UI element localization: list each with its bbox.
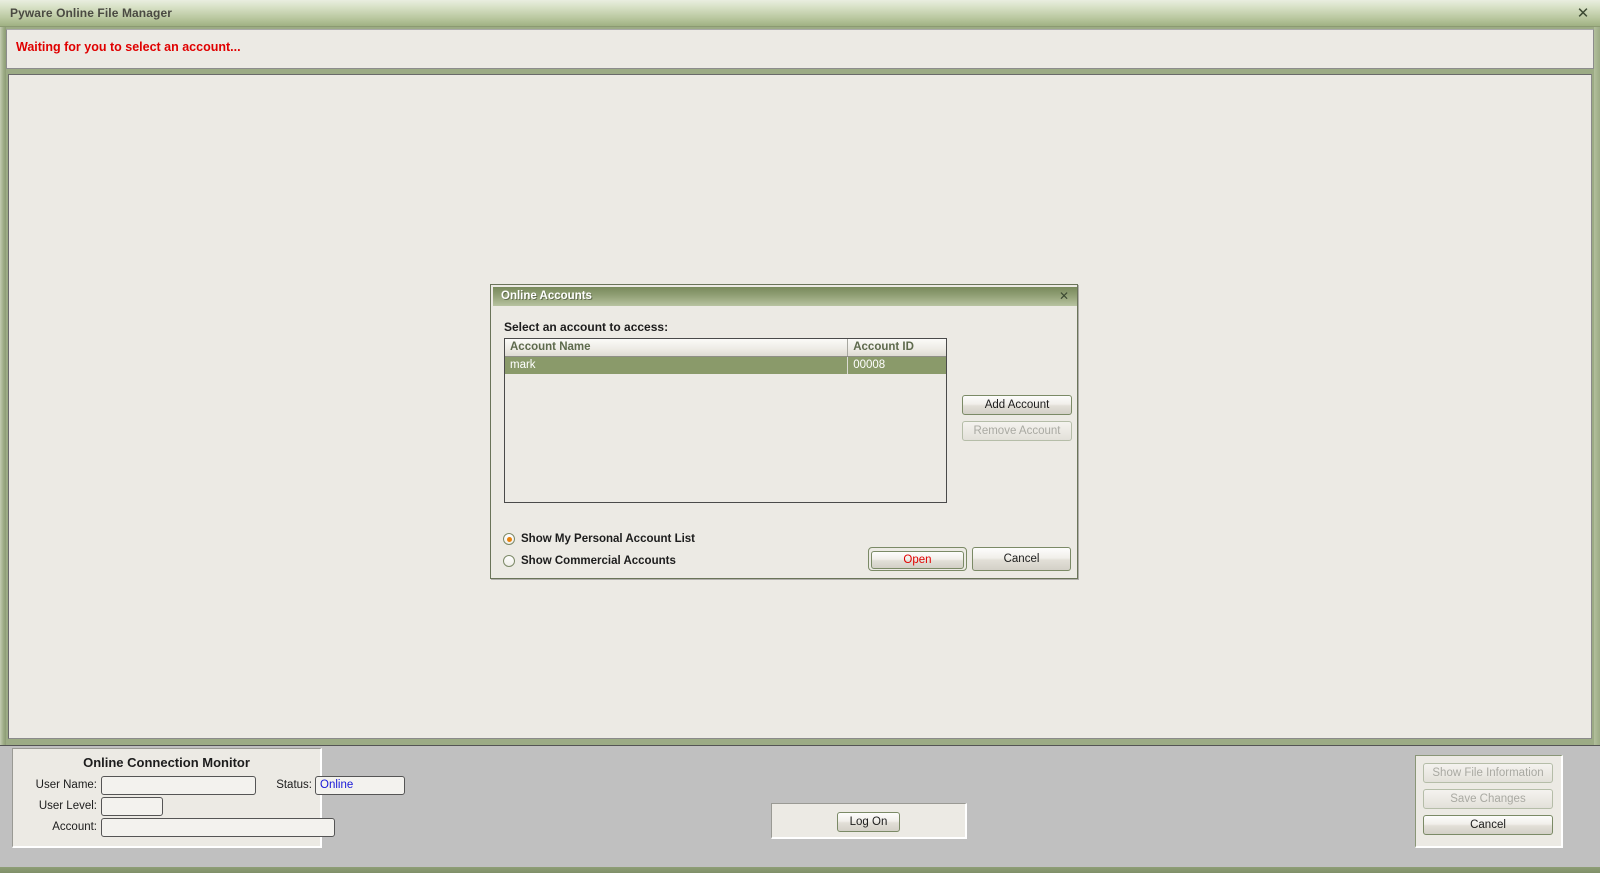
radio-label-personal: Show My Personal Account List <box>521 533 696 545</box>
dialog-prompt: Select an account to access: <box>504 320 669 334</box>
open-button-default-ring: Open <box>868 547 967 571</box>
dialog-title-bar: Online Accounts ✕ <box>493 287 1077 306</box>
table-header-row: Account Name Account ID <box>505 339 946 357</box>
right-actions-panel: Show File Information Save Changes Cance… <box>1415 755 1563 848</box>
radio-unselected-icon <box>503 555 515 567</box>
radio-selected-icon <box>503 533 515 545</box>
window-frame-right <box>1594 27 1600 867</box>
logon-panel: Log On <box>771 803 967 839</box>
log-on-button[interactable]: Log On <box>837 812 900 832</box>
add-account-button[interactable]: Add Account <box>962 395 1072 415</box>
title-bar: Pyware Online File Manager ✕ <box>0 0 1600 27</box>
user-name-label: User Name: <box>35 779 97 791</box>
radio-show-personal-account-list[interactable]: Show My Personal Account List <box>503 533 695 545</box>
online-connection-monitor-panel: Online Connection Monitor User Name: Sta… <box>12 748 405 848</box>
radio-show-commercial-accounts[interactable]: Show Commercial Accounts <box>503 555 676 567</box>
dialog-close-icon[interactable]: ✕ <box>1057 289 1071 303</box>
status-field: Online <box>315 776 405 795</box>
table-row[interactable]: mark 00008 <box>505 357 946 374</box>
status-message: Waiting for you to select an account... <box>16 40 241 54</box>
accounts-table[interactable]: Account Name Account ID mark 00008 <box>504 338 947 503</box>
user-level-label: User Level: <box>38 800 97 812</box>
application-window: Pyware Online File Manager ✕ Waiting for… <box>0 0 1600 873</box>
save-changes-button[interactable]: Save Changes <box>1423 789 1553 809</box>
account-field[interactable] <box>101 818 335 837</box>
cell-account-name: mark <box>505 357 849 374</box>
close-icon[interactable]: ✕ <box>1574 4 1592 22</box>
user-name-field[interactable] <box>101 776 256 795</box>
online-accounts-dialog: Online Accounts ✕ Select an account to a… <box>490 284 1078 579</box>
status-strip: Waiting for you to select an account... <box>6 29 1594 69</box>
dialog-title: Online Accounts <box>501 290 592 302</box>
show-file-information-button[interactable]: Show File Information <box>1423 763 1553 783</box>
status-label: Status: <box>276 779 312 791</box>
radio-label-commercial: Show Commercial Accounts <box>521 555 676 567</box>
dialog-cancel-button[interactable]: Cancel <box>972 547 1071 571</box>
column-header-account-name[interactable]: Account Name <box>505 339 849 356</box>
open-button[interactable]: Open <box>871 551 964 569</box>
column-header-account-id[interactable]: Account ID <box>848 339 946 356</box>
window-frame-left <box>0 27 6 867</box>
cancel-button-main[interactable]: Cancel <box>1423 815 1553 835</box>
window-frame-bottom <box>0 867 1600 873</box>
cell-account-id: 00008 <box>848 357 946 374</box>
account-label: Account: <box>52 821 97 833</box>
monitor-title: Online Connection Monitor <box>83 755 250 770</box>
remove-account-button[interactable]: Remove Account <box>962 421 1072 441</box>
window-title: Pyware Online File Manager <box>10 6 172 20</box>
user-level-field[interactable] <box>101 797 163 816</box>
